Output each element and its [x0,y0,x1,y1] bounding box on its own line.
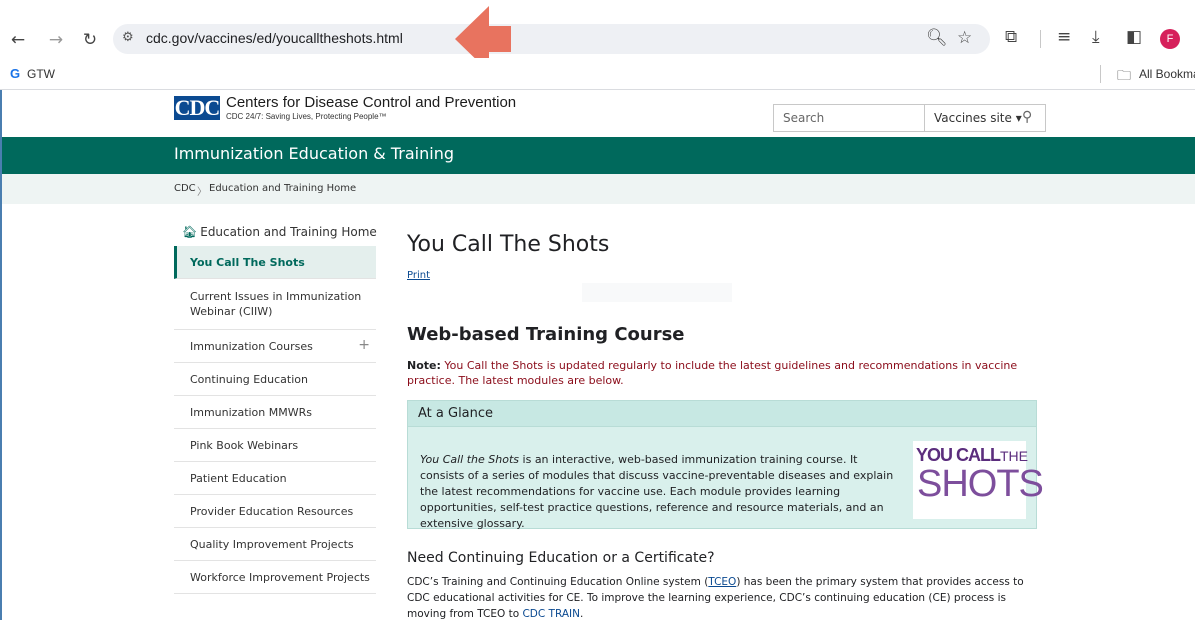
cdc-train-link[interactable]: CDC TRAIN [522,608,580,620]
zoom-icon[interactable]: 🔍︎ [926,28,948,48]
sidebar-item-immunization-courses[interactable]: Immunization Courses + [174,330,376,363]
side-panel-icon[interactable]: ◧ [1126,27,1142,47]
site-banner: Immunization Education & Training [2,137,1195,174]
sidebar-home-link[interactable]: 🏠︎ Education and Training Home [182,225,377,239]
bookmark-star-icon[interactable]: ☆ [957,28,972,48]
sidebar-item-workforce-improvement-projects[interactable]: Workforce Improvement Projects [174,561,376,594]
glance-description: You Call the Shots is an interactive, we… [420,452,900,532]
ce-text-1: CDC’s Training and Continuing Education … [407,576,709,588]
bookmarks-bar [0,58,1195,90]
glance-header: At a Glance [408,401,1036,427]
web-page: CDC Centers for Disease Control and Prev… [0,90,1195,620]
glance-title: At a Glance [418,406,494,421]
section-title: Web-based Training Course [407,324,685,345]
sidebar-item-label: Continuing Education [190,373,308,386]
download-icon[interactable]: ⤓ [1092,27,1100,47]
site-info-icon[interactable]: ⚙ [122,30,134,45]
breadcrumb-cdc[interactable]: CDC [174,183,196,194]
tceo-link[interactable]: TCEO [708,576,736,588]
all-bookmarks-button[interactable]: All Bookma [1139,67,1195,81]
bookmarks-divider [1100,65,1101,83]
sidebar-item-label: Workforce Improvement Projects [190,571,370,584]
breadcrumb-education-home[interactable]: Education and Training Home [209,183,356,194]
ce-paragraph: CDC’s Training and Continuing Education … [407,574,1037,620]
sidebar-item-label: Pink Book Webinars [190,439,299,452]
folder-icon[interactable]: 🗀 [1117,65,1131,89]
sidebar-home-label: Education and Training Home [200,225,377,239]
forward-icon[interactable]: → [44,28,68,52]
sidebar-item-label: Current Issues in Immunization Webinar (… [190,290,362,318]
ce-text-3: . [579,608,584,620]
sidebar-item-quality-improvement-projects[interactable]: Quality Improvement Projects [174,528,376,561]
sidebar-item-label: Quality Improvement Projects [190,538,354,551]
sidebar-item-label: Immunization Courses [190,340,313,353]
sidebar-item-provider-education-resources[interactable]: Provider Education Resources [174,495,376,528]
sidebar-item-you-call-the-shots[interactable]: You Call The Shots [174,246,376,279]
sidebar-item-patient-education[interactable]: Patient Education [174,462,376,495]
back-icon[interactable]: ← [6,28,30,52]
home-icon: 🏠︎ [182,225,198,239]
search-icon[interactable]: ⚲ [1022,109,1032,125]
logo-shots-word: SHOTS [917,463,1044,505]
update-note: Note: You Call the Shots is updated regu… [407,358,1037,388]
note-text: You Call the Shots is updated regularly … [407,359,1018,387]
sidebar-item-ciiw[interactable]: Current Issues in Immunization Webinar (… [174,279,376,330]
sidebar-item-immunization-mmwrs[interactable]: Immunization MMWRs [174,396,376,429]
cdc-logo[interactable]: CDC [174,96,220,120]
you-call-the-shots-logo: YOU CALLTHE SHOTS [913,441,1044,519]
extensions-icon[interactable]: ⧉ [1005,27,1017,47]
bookmark-gtw[interactable]: GTW [27,67,55,81]
ce-heading: Need Continuing Education or a Certifica… [407,550,715,566]
sidebar-item-pink-book-webinars[interactable]: Pink Book Webinars [174,429,376,462]
placeholder-box [582,283,732,302]
google-icon[interactable]: G [10,66,20,81]
url-text[interactable]: cdc.gov/vaccines/ed/youcalltheshots.html [146,30,403,46]
sidebar-item-label: Immunization MMWRs [190,406,312,419]
breadcrumb: CDC 〉 Education and Training Home [2,174,1195,204]
search-input[interactable]: Search [773,104,924,132]
breadcrumb-separator-icon: 〉 [197,187,207,198]
note-label: Note: [407,359,441,372]
print-link[interactable]: Print [407,270,430,281]
course-name: You Call the Shots [420,453,520,466]
expand-plus-icon[interactable]: + [358,338,370,353]
profile-avatar[interactable]: F [1160,29,1180,49]
reload-icon[interactable]: ↻ [78,28,102,52]
sidebar-item-label: Patient Education [190,472,287,485]
toolbar-divider [1040,30,1041,48]
page-title: You Call The Shots [407,232,610,257]
at-a-glance-box: At a Glance You Call the Shots is an int… [407,400,1044,532]
sidebar-item-continuing-education[interactable]: Continuing Education [174,363,376,396]
org-tagline: CDC 24/7: Saving Lives, Protecting Peopl… [226,112,387,121]
reading-list-icon[interactable]: ≡ [1057,27,1071,47]
banner-title[interactable]: Immunization Education & Training [174,144,454,163]
org-name: Centers for Disease Control and Preventi… [226,94,517,111]
sidebar-item-label: You Call The Shots [190,256,305,269]
sidebar-item-label: Provider Education Resources [190,505,354,518]
